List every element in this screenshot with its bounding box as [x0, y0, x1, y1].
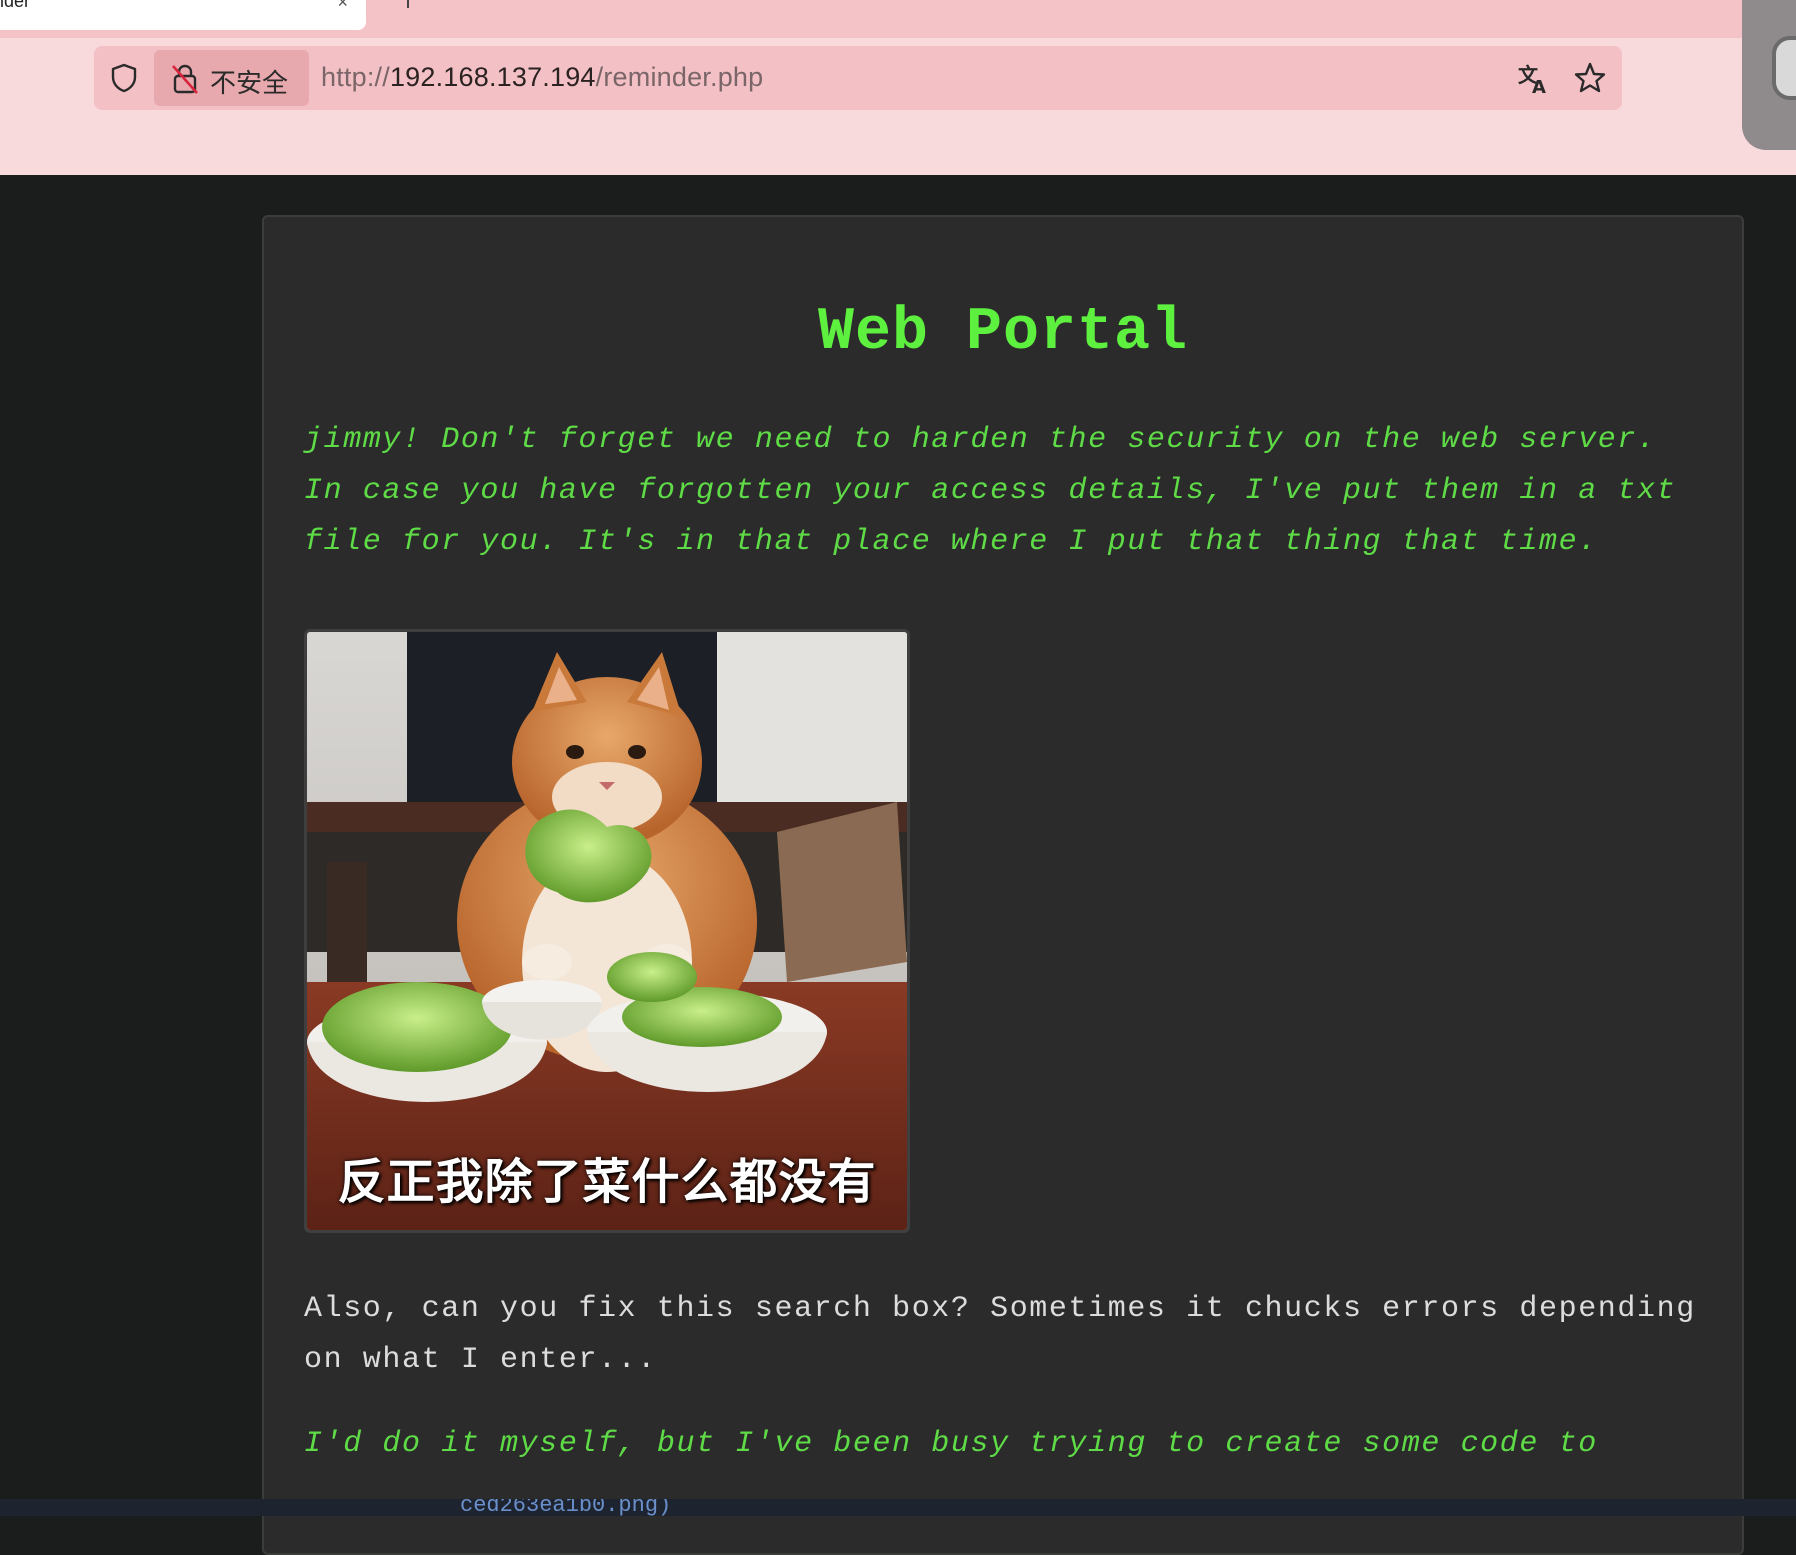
ring-icon: [1772, 36, 1796, 100]
url-path: /reminder.php: [595, 62, 764, 92]
star-icon[interactable]: [1572, 60, 1608, 96]
busy-note: I'd do it myself, but I've been busy try…: [304, 1427, 1598, 1461]
cat-lettuce-illustration: [307, 632, 907, 1230]
reminder-note: jimmy! Don't forget we need to harden th…: [304, 423, 1677, 559]
security-label: 不安全: [210, 68, 289, 98]
tab-close-icon[interactable]: ×: [337, 0, 348, 13]
address-bar[interactable]: 不安全 http://192.168.137.194/reminder.php …: [94, 46, 1622, 110]
browser-tab[interactable]: ider ×: [0, 0, 366, 30]
plus-icon[interactable]: [398, 0, 418, 8]
portal-panel: Web Portal jimmy! Don't forget we need t…: [262, 215, 1744, 1555]
url-text[interactable]: http://192.168.137.194/reminder.php: [321, 62, 763, 93]
search-box-note: Also, can you fix this search box? Somet…: [304, 1292, 1696, 1377]
shield-icon[interactable]: [108, 62, 140, 94]
meme-image: 反正我除了菜什么都没有: [304, 629, 910, 1233]
security-indicator[interactable]: 不安全: [154, 50, 309, 106]
browser-chrome: ider × 不安全 http://192.168.137.194/remind…: [0, 0, 1796, 175]
meme-caption: 反正我除了菜什么都没有: [337, 1154, 877, 1210]
page-content: Web Portal jimmy! Don't forget we need t…: [0, 175, 1796, 1555]
background-window-strip: ced263ea1b0.png): [0, 1499, 1796, 1516]
background-filename-text: ced263ea1b0.png): [460, 1499, 672, 1516]
page-title: Web Portal: [817, 299, 1189, 367]
side-panel-button[interactable]: [1742, 0, 1796, 150]
lock-slash-icon: [172, 64, 198, 94]
svg-text:A: A: [1532, 77, 1546, 96]
translate-icon[interactable]: 文 A: [1516, 60, 1552, 96]
url-scheme: http://: [321, 62, 390, 92]
tab-strip: ider ×: [0, 0, 1796, 38]
url-host: 192.168.137.194: [389, 62, 596, 92]
tab-title: ider: [0, 0, 31, 11]
